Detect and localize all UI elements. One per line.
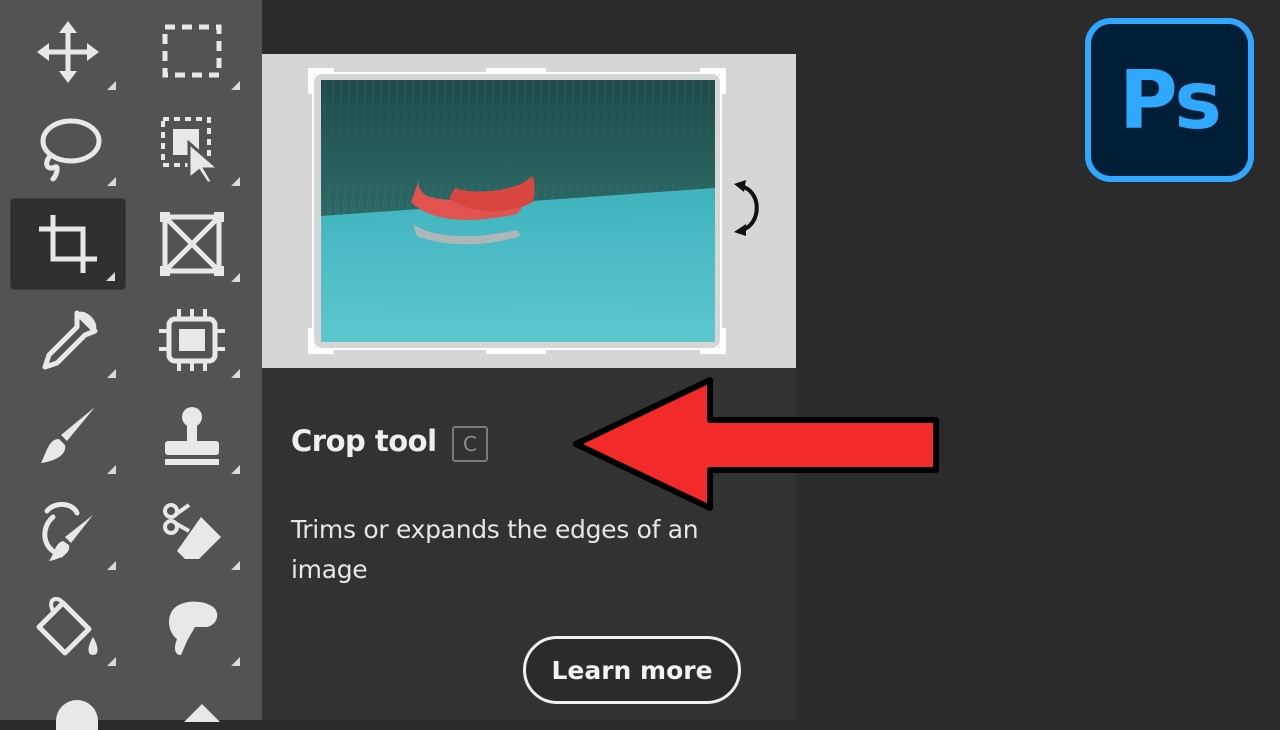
tools-panel <box>0 0 262 730</box>
frame-icon <box>160 212 224 276</box>
logo-text: Ps <box>1119 53 1222 147</box>
lasso-tool[interactable] <box>10 102 126 194</box>
dodge-icon[interactable] <box>56 700 98 730</box>
learn-more-button[interactable]: Learn more <box>523 636 741 704</box>
tool-title: Crop tool <box>291 424 437 458</box>
object-selection-tool[interactable] <box>134 102 250 194</box>
frame-tool[interactable] <box>134 198 250 290</box>
pen-icon[interactable] <box>184 704 220 722</box>
history-brush-icon <box>42 502 93 561</box>
rotate-icon <box>734 180 759 236</box>
clone-stamp-tool[interactable] <box>134 390 250 482</box>
clone-stamp-icon <box>165 407 219 465</box>
move-icon <box>37 21 99 83</box>
tool-description: Trims or expands the edges of an image <box>291 515 699 584</box>
shortcut-key-badge: C <box>452 426 488 462</box>
crop-handle <box>720 68 726 94</box>
crop-handle <box>308 68 314 94</box>
object-selection-icon <box>161 117 224 185</box>
move-tool[interactable] <box>10 6 126 98</box>
eyedropper-icon <box>42 310 98 370</box>
canoe-lake-photo <box>321 80 715 342</box>
crop-handle <box>486 348 546 354</box>
history-brush-tool[interactable] <box>10 486 126 578</box>
eraser-icon <box>163 503 221 559</box>
paint-bucket-icon <box>36 596 98 656</box>
tool-preview <box>262 54 796 368</box>
marquee-tool[interactable] <box>134 6 250 98</box>
eraser-tool[interactable] <box>134 486 250 578</box>
crop-handle <box>720 328 726 354</box>
photoshop-logo: Ps <box>1085 18 1254 182</box>
smudge-tool[interactable] <box>134 582 250 674</box>
smudge-icon <box>169 601 218 655</box>
eyedropper-tool[interactable] <box>10 294 126 386</box>
paint-bucket-tool[interactable] <box>10 582 126 674</box>
crop-handle <box>486 68 546 74</box>
spot-healing-tool[interactable] <box>134 294 250 386</box>
crop-icon <box>39 215 97 273</box>
crop-tool[interactable] <box>10 198 126 290</box>
lasso-icon <box>40 118 102 182</box>
crop-handle <box>308 328 314 354</box>
rectangular-marquee-icon <box>162 24 222 78</box>
brush-icon <box>41 407 95 463</box>
annotation-arrow-icon <box>573 377 939 511</box>
spot-healing-icon <box>159 309 225 371</box>
brush-tool[interactable] <box>10 390 126 482</box>
